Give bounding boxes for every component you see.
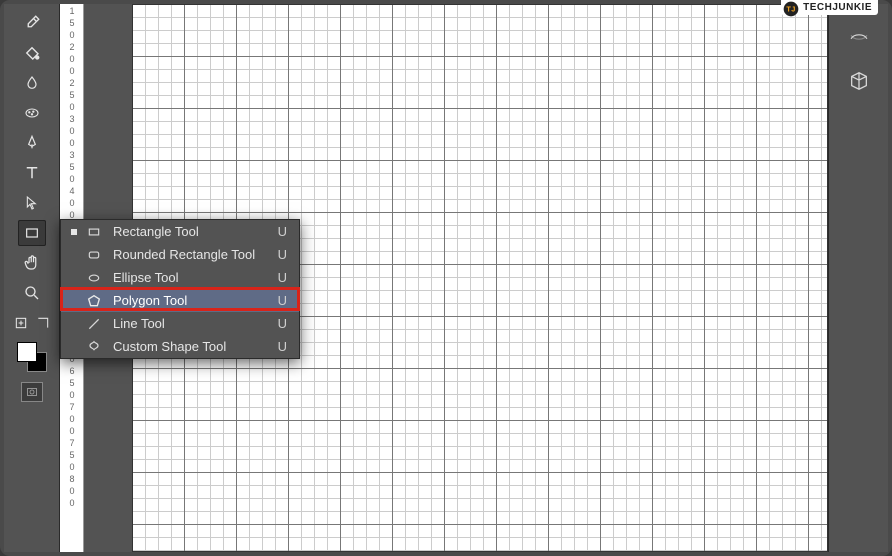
ruler-tick-char: 4 xyxy=(62,186,82,196)
ruler-tick-char: 0 xyxy=(62,54,82,64)
ruler-tick-char: 0 xyxy=(62,498,82,508)
ruler-tick-char: 3 xyxy=(62,150,82,160)
flyout-item-shortcut: U xyxy=(278,247,287,262)
foreground-swatch[interactable] xyxy=(17,342,37,362)
line-icon xyxy=(85,315,103,333)
misc-tool-b[interactable] xyxy=(34,314,52,332)
ruler-tick-char: 7 xyxy=(62,438,82,448)
custom-shape-icon xyxy=(85,338,103,356)
rectangle-icon xyxy=(85,223,103,241)
flyout-item-shortcut: U xyxy=(278,224,287,239)
shape-tool[interactable] xyxy=(18,220,46,246)
tools-panel xyxy=(4,4,60,552)
ruler-tick-char: 0 xyxy=(62,462,82,472)
polygon-icon xyxy=(85,292,103,310)
flyout-item-line[interactable]: Line Tool U xyxy=(61,312,299,335)
ruler-tick-char: 5 xyxy=(62,378,82,388)
ruler-tick-char: 0 xyxy=(62,138,82,148)
flyout-item-shortcut: U xyxy=(278,339,287,354)
right-collapsed-panels xyxy=(828,4,888,552)
hand-tool[interactable] xyxy=(18,250,46,276)
sponge-tool[interactable] xyxy=(18,100,46,126)
blur-tool[interactable] xyxy=(18,70,46,96)
shape-tool-flyout: Rectangle Tool U Rounded Rectangle Tool … xyxy=(60,219,300,359)
flyout-item-shortcut: U xyxy=(278,293,287,308)
flyout-item-custom-shape[interactable]: Custom Shape Tool U xyxy=(61,335,299,358)
ruler-tick-char: 0 xyxy=(62,174,82,184)
misc-tool-a[interactable] xyxy=(12,314,30,332)
flyout-item-label: Rounded Rectangle Tool xyxy=(113,247,266,262)
ruler-tick-char: 0 xyxy=(62,102,82,112)
ruler-tick-char: 8 xyxy=(62,474,82,484)
eyedropper-tool[interactable] xyxy=(18,10,46,36)
ruler-tick-char: 7 xyxy=(62,402,82,412)
panel-icon-3d[interactable] xyxy=(846,68,872,94)
panel-icon-top[interactable] xyxy=(846,24,872,50)
path-direct-select-tool[interactable] xyxy=(18,190,46,216)
flyout-item-label: Polygon Tool xyxy=(113,293,266,308)
watermark-badge: TJ TECHJUNKIE xyxy=(781,0,878,15)
watermark-text: TECHJUNKIE xyxy=(803,2,872,13)
ruler-tick-char: 0 xyxy=(62,414,82,424)
paint-bucket-tool[interactable] xyxy=(18,40,46,66)
ruler-tick-char: 5 xyxy=(62,18,82,28)
ellipse-icon xyxy=(85,269,103,287)
flyout-item-shortcut: U xyxy=(278,270,287,285)
pen-tool[interactable] xyxy=(18,130,46,156)
ruler-tick-char: 6 xyxy=(62,366,82,376)
check-icon xyxy=(69,227,79,237)
watermark-logo-icon: TJ xyxy=(783,1,799,17)
ruler-tick-char: 2 xyxy=(62,42,82,52)
ruler-tick-char: 0 xyxy=(62,66,82,76)
flyout-item-label: Custom Shape Tool xyxy=(113,339,266,354)
ruler-tick-char: 5 xyxy=(62,90,82,100)
rounded-rectangle-icon xyxy=(85,246,103,264)
flyout-item-ellipse[interactable]: Ellipse Tool U xyxy=(61,266,299,289)
ruler-tick-char: 3 xyxy=(62,114,82,124)
flyout-item-label: Rectangle Tool xyxy=(113,224,266,239)
flyout-item-polygon[interactable]: Polygon Tool U xyxy=(61,289,299,312)
flyout-item-label: Ellipse Tool xyxy=(113,270,266,285)
quickmask-toggle[interactable] xyxy=(21,382,43,402)
color-swatches[interactable] xyxy=(17,342,47,372)
flyout-item-label: Line Tool xyxy=(113,316,266,331)
ruler-tick-char: 0 xyxy=(62,198,82,208)
type-tool[interactable] xyxy=(18,160,46,186)
ruler-tick-char: 0 xyxy=(62,486,82,496)
svg-text:TJ: TJ xyxy=(786,5,795,14)
flyout-item-rectangle[interactable]: Rectangle Tool U xyxy=(61,220,299,243)
ruler-tick-char: 0 xyxy=(62,426,82,436)
ruler-tick-char: 0 xyxy=(62,390,82,400)
flyout-item-rounded-rectangle[interactable]: Rounded Rectangle Tool U xyxy=(61,243,299,266)
ruler-tick-char: 0 xyxy=(62,30,82,40)
ruler-tick-char: 2 xyxy=(62,78,82,88)
ruler-tick-char: 1 xyxy=(62,6,82,16)
ruler-tick-char: 5 xyxy=(62,450,82,460)
ruler-tick-char: 0 xyxy=(62,126,82,136)
flyout-item-shortcut: U xyxy=(278,316,287,331)
zoom-tool[interactable] xyxy=(18,280,46,306)
ruler-tick-char: 5 xyxy=(62,162,82,172)
